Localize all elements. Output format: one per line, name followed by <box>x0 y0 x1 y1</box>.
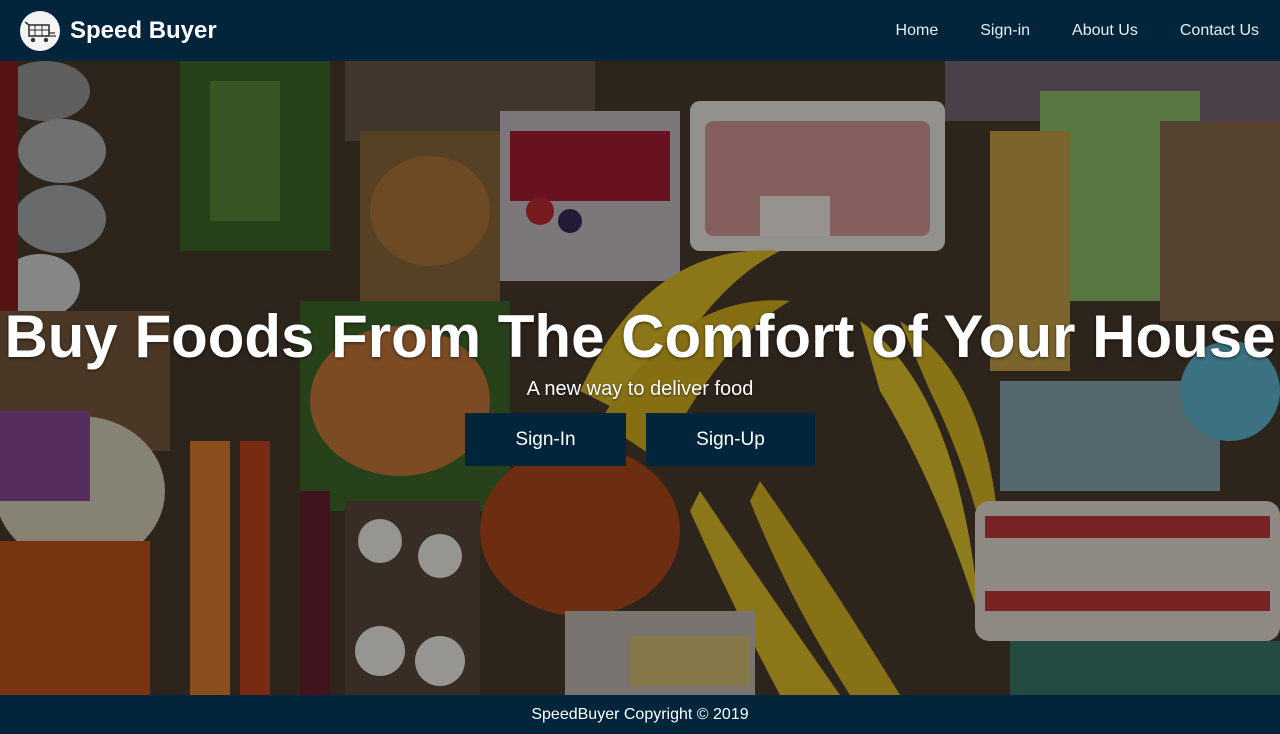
navbar: Speed Buyer Home Sign-in About Us Contac… <box>0 0 1280 61</box>
hero-buttons: Sign-In Sign-Up <box>0 413 1280 466</box>
nav-home[interactable]: Home <box>896 22 939 40</box>
nav-sign-in[interactable]: Sign-in <box>980 22 1030 40</box>
nav-about-us[interactable]: About Us <box>1072 22 1138 40</box>
brand-name: Speed Buyer <box>70 16 217 44</box>
hero-content: Buy Foods From The Comfort of Your House… <box>0 301 1280 466</box>
page: Speed Buyer Home Sign-in About Us Contac… <box>0 0 1280 734</box>
nav-links: Home Sign-in About Us Contact Us <box>875 0 1280 61</box>
sign-up-button[interactable]: Sign-Up <box>646 413 815 466</box>
brand-link[interactable]: Speed Buyer <box>20 10 217 51</box>
footer: SpeedBuyer Copyright © 2019 <box>0 695 1280 734</box>
hero-title: Buy Foods From The Comfort of Your House <box>4 303 1276 370</box>
footer-copyright: SpeedBuyer Copyright © 2019 <box>531 705 749 723</box>
hero-section: Buy Foods From The Comfort of Your House… <box>0 61 1280 695</box>
nav-contact-us[interactable]: Contact Us <box>1180 22 1259 40</box>
hero-subtitle: A new way to deliver food <box>526 378 754 400</box>
cart-icon <box>20 10 60 51</box>
sign-in-button[interactable]: Sign-In <box>465 413 626 466</box>
